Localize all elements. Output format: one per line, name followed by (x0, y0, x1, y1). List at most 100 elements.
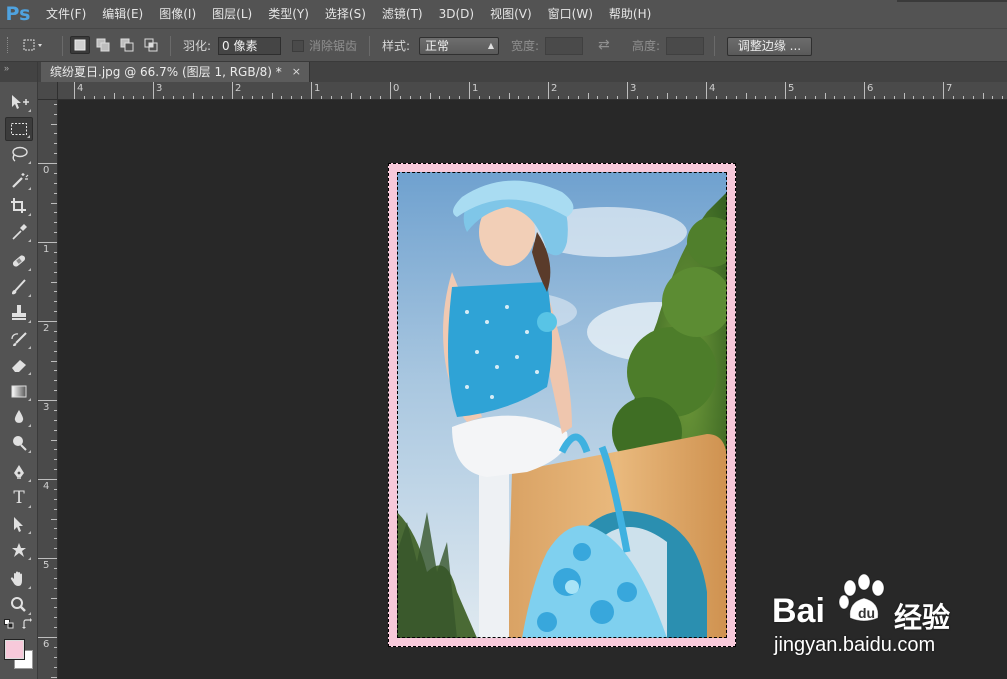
history-brush-tool[interactable] (5, 327, 33, 351)
horizontal-ruler[interactable]: 4 3 2 1 0 1 2 3 4 5 6 7 (58, 82, 1007, 100)
path-selection-tool[interactable] (5, 512, 33, 536)
select-arrows-icon: ▲ (487, 41, 494, 50)
ruler-minor-tick (93, 96, 95, 99)
ruler-minor-tick (54, 390, 57, 392)
eyedropper-tool[interactable] (5, 220, 33, 244)
ruler-minor-tick (804, 96, 806, 99)
ruler-minor-tick (54, 133, 57, 135)
width-input[interactable] (545, 37, 583, 55)
type-tool[interactable]: T (5, 486, 33, 510)
ruler-minor-tick (913, 96, 915, 99)
rect-marquee-preset-icon (23, 39, 42, 51)
close-icon[interactable]: × (292, 62, 301, 82)
menu-window[interactable]: 窗口(W) (540, 0, 601, 28)
ruler-origin[interactable] (38, 82, 58, 100)
ruler-minor-tick (587, 93, 589, 99)
menu-select[interactable]: 选择(S) (317, 0, 374, 28)
eraser-tool[interactable] (5, 353, 33, 377)
menu-file[interactable]: 文件(F) (36, 0, 94, 28)
refine-edge-button[interactable]: 调整边缘 ... (727, 37, 812, 56)
ruler-minor-tick (893, 96, 895, 99)
magic-wand-tool[interactable] (5, 168, 33, 192)
move-tool[interactable] (5, 90, 33, 114)
ruler-minor-tick (873, 96, 875, 99)
ruler-minor-tick (883, 96, 885, 99)
ruler-minor-tick (54, 380, 57, 382)
dodge-tool[interactable] (5, 431, 33, 455)
new-selection-button[interactable] (70, 36, 90, 54)
ruler-label: 0 (393, 83, 400, 94)
ruler-minor-tick (370, 96, 372, 99)
ruler-major-tick (38, 400, 57, 401)
ruler-minor-tick (123, 96, 125, 99)
swap-colors-icon[interactable] (22, 618, 34, 630)
ruler-major-tick (38, 321, 57, 322)
default-colors-icon[interactable] (4, 619, 14, 629)
vertical-ruler[interactable]: 0 1 2 3 4 5 6 (38, 100, 58, 679)
style-select[interactable]: 正常 ▲ (419, 37, 499, 55)
menu-view[interactable]: 视图(V) (482, 0, 540, 28)
antialias-checkbox[interactable] (292, 40, 304, 52)
spot-healing-tool[interactable] (5, 249, 33, 273)
custom-shape-tool[interactable] (5, 538, 33, 562)
add-selection-button[interactable] (93, 36, 113, 54)
ruler-minor-tick (399, 96, 401, 99)
options-grip[interactable] (7, 37, 10, 53)
ruler-minor-tick (51, 518, 57, 520)
ruler-minor-tick (103, 96, 105, 99)
menu-image[interactable]: 图像(I) (151, 0, 204, 28)
pen-tool[interactable] (5, 460, 33, 484)
ruler-minor-tick (498, 96, 500, 99)
foreground-color-swatch[interactable] (5, 640, 24, 659)
ruler-minor-tick (54, 488, 57, 490)
height-input[interactable] (666, 37, 704, 55)
menu-type[interactable]: 类型(Y) (260, 0, 317, 28)
ruler-minor-tick (715, 96, 717, 99)
ruler-minor-tick (488, 96, 490, 99)
ruler-minor-tick (646, 96, 648, 99)
tool-preset-picker[interactable] (22, 36, 42, 54)
blur-tool[interactable] (5, 405, 33, 429)
ruler-label: 2 (235, 83, 242, 94)
gradient-tool[interactable] (5, 379, 33, 403)
rectangular-marquee-tool[interactable] (5, 117, 33, 141)
ruler-minor-tick (666, 93, 668, 99)
photo-girl-summer (397, 172, 727, 638)
document-canvas[interactable] (388, 163, 736, 647)
ruler-minor-tick (51, 360, 57, 362)
subtract-selection-icon (120, 38, 134, 52)
ruler-minor-tick (755, 96, 757, 99)
intersect-selection-button[interactable] (141, 36, 161, 54)
feather-input[interactable]: 0 像素 (218, 37, 281, 55)
intersect-selection-icon (144, 38, 158, 52)
ruler-major-tick (38, 163, 57, 164)
swap-dimensions-icon[interactable]: ⇄ (598, 29, 610, 61)
clone-stamp-tool[interactable] (5, 301, 33, 325)
menu-3d[interactable]: 3D(D) (431, 0, 482, 28)
magic-wand-icon (12, 173, 29, 188)
ruler-minor-tick (794, 96, 796, 99)
menu-layer[interactable]: 图层(L) (204, 0, 260, 28)
ruler-minor-tick (54, 469, 57, 471)
menu-filter[interactable]: 滤镜(T) (374, 0, 431, 28)
ruler-minor-tick (54, 587, 57, 589)
hand-tool[interactable] (5, 567, 33, 591)
ruler-minor-tick (51, 202, 57, 204)
ruler-minor-tick (676, 96, 678, 99)
zoom-tool[interactable] (5, 593, 33, 617)
pen-icon (14, 465, 24, 479)
subtract-selection-button[interactable] (117, 36, 137, 54)
document-tab[interactable]: 缤纷夏日.jpg @ 66.7% (图层 1, RGB/8) * × (41, 62, 310, 82)
tools-panel-header[interactable]: » (0, 62, 37, 82)
lasso-tool[interactable] (5, 142, 33, 166)
brush-tool[interactable] (5, 275, 33, 299)
menu-help[interactable]: 帮助(H) (601, 0, 659, 28)
ruler-minor-tick (429, 93, 431, 99)
ruler-minor-tick (360, 96, 362, 99)
ruler-major-tick (785, 82, 786, 99)
menu-edit[interactable]: 编辑(E) (94, 0, 151, 28)
crop-tool[interactable] (5, 194, 33, 218)
ruler-minor-tick (261, 96, 263, 99)
ruler-minor-tick (51, 439, 57, 441)
ruler-minor-tick (113, 93, 115, 99)
